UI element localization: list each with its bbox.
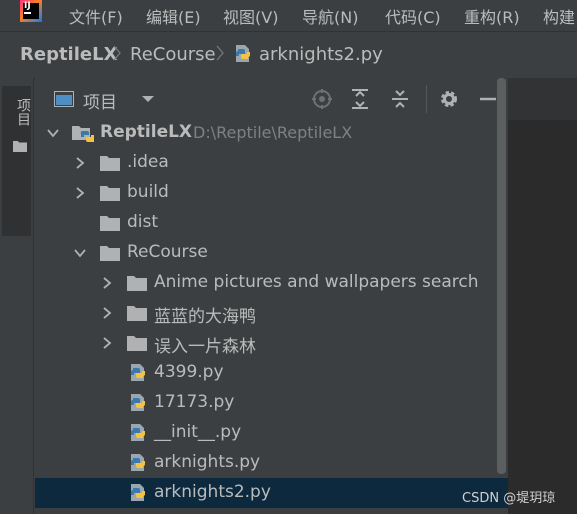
- folder-icon: [100, 246, 120, 261]
- folder-icon: [127, 306, 147, 321]
- folder-icon: [100, 156, 120, 171]
- editor-area[interactable]: [508, 78, 577, 514]
- menu-build[interactable]: 构建: [543, 4, 575, 28]
- tree-row-file[interactable]: arknights.py: [35, 448, 508, 478]
- menu-refactor[interactable]: 重构(R): [464, 4, 520, 28]
- folder-icon: [127, 276, 147, 291]
- tree-item-label: Anime pictures and wallpapers search: [154, 272, 479, 292]
- python-file-icon: [131, 484, 145, 501]
- tree-row-folder[interactable]: dist: [35, 208, 508, 238]
- intellij-logo-icon[interactable]: IJ: [20, 0, 42, 22]
- chevron-right-icon[interactable]: [73, 186, 87, 200]
- chevron-down-icon[interactable]: [46, 126, 60, 140]
- tree-item-label: __init__.py: [154, 422, 242, 442]
- gear-icon[interactable]: [438, 88, 460, 110]
- chevron-down-icon[interactable]: [73, 246, 87, 260]
- tree-row-file-selected[interactable]: arknights2.py: [35, 478, 508, 508]
- breadcrumb: ReptileLX ReCourse arknights2.py: [0, 31, 577, 79]
- tree-item-label: ReCourse: [127, 242, 208, 262]
- tree-item-label: .idea: [127, 152, 169, 172]
- tree-row-folder[interactable]: ReCourse: [35, 238, 508, 268]
- expand-all-icon[interactable]: [349, 88, 371, 110]
- tree-row-file[interactable]: 17173.py: [35, 388, 508, 418]
- python-file-icon: [131, 394, 145, 411]
- collapse-all-icon[interactable]: [389, 88, 411, 110]
- tool-window-strip: 项目: [0, 78, 34, 514]
- folder-icon: [100, 186, 120, 201]
- chevron-right-icon: [113, 45, 121, 61]
- menu-bar: IJ 文件(F) 编辑(E) 视图(V) 导航(N) 代码(C) 重构(R) 构…: [0, 0, 577, 30]
- folder-icon: [100, 216, 120, 231]
- project-panel-title[interactable]: 项目: [83, 88, 117, 113]
- project-tool-label: 项目: [15, 98, 31, 126]
- chevron-right-icon[interactable]: [73, 156, 87, 170]
- menu-edit[interactable]: 编辑(E): [146, 4, 201, 28]
- tree-item-label: 蓝蓝的大海鸭: [154, 307, 256, 327]
- menu-code[interactable]: 代码(C): [385, 4, 441, 28]
- project-root-path: D:\Reptile\ReptileLX: [193, 123, 353, 142]
- python-file-icon: [131, 364, 145, 381]
- tree-row-root[interactable]: ReptileLX D:\Reptile\ReptileLX: [35, 118, 508, 148]
- tree-item-label: 误入一片森林: [154, 337, 256, 357]
- project-tool-tab[interactable]: 项目: [2, 86, 31, 236]
- vertical-scrollbar[interactable]: [497, 78, 506, 474]
- chevron-down-icon[interactable]: [141, 94, 155, 104]
- breadcrumb-item-project[interactable]: ReptileLX: [20, 44, 117, 65]
- python-file-icon: [236, 45, 250, 62]
- tree-row-folder[interactable]: build: [35, 178, 508, 208]
- project-view-icon: [54, 91, 74, 107]
- tree-row-folder[interactable]: 误入一片森林: [35, 328, 508, 358]
- python-file-icon: [131, 454, 145, 471]
- project-panel: 项目 ReptileLX D:\Reptile\ReptileLX .idea …: [35, 78, 508, 514]
- folder-icon: [13, 141, 27, 152]
- project-folder-icon: [72, 126, 94, 143]
- menu-file[interactable]: 文件(F): [69, 4, 123, 28]
- chevron-right-icon[interactable]: [100, 336, 114, 350]
- editor-tab-bar: [508, 78, 577, 120]
- project-root-name: ReptileLX: [100, 122, 193, 142]
- project-panel-header: 项目: [35, 78, 508, 120]
- tree-row-folder[interactable]: .idea: [35, 148, 508, 178]
- tree-row-folder[interactable]: Anime pictures and wallpapers search: [35, 268, 508, 298]
- tree-item-label: arknights2.py: [154, 482, 271, 502]
- tree-row-file[interactable]: __init__.py: [35, 418, 508, 448]
- locate-icon[interactable]: [311, 88, 333, 110]
- tree-item-label: arknights.py: [154, 452, 261, 472]
- tree-item-label: 4399.py: [154, 362, 224, 382]
- chevron-right-icon: [216, 45, 224, 61]
- watermark: CSDN @堤玥琼: [462, 491, 556, 506]
- minimize-icon[interactable]: [477, 88, 499, 110]
- python-file-icon: [131, 424, 145, 441]
- header-divider: [426, 85, 427, 113]
- tree-item-label: 17173.py: [154, 392, 235, 412]
- chevron-right-icon[interactable]: [100, 276, 114, 290]
- folder-icon: [127, 336, 147, 351]
- tree-row-folder[interactable]: 蓝蓝的大海鸭: [35, 298, 508, 328]
- menu-view[interactable]: 视图(V): [223, 4, 278, 28]
- tree-row-file[interactable]: 4399.py: [35, 358, 508, 388]
- breadcrumb-item-file[interactable]: arknights2.py: [259, 44, 383, 65]
- chevron-right-icon[interactable]: [100, 306, 114, 320]
- tree-item-label: build: [127, 182, 169, 202]
- menu-navigate[interactable]: 导航(N): [302, 4, 358, 28]
- tree-item-label: dist: [127, 212, 159, 232]
- breadcrumb-item-folder[interactable]: ReCourse: [130, 44, 216, 65]
